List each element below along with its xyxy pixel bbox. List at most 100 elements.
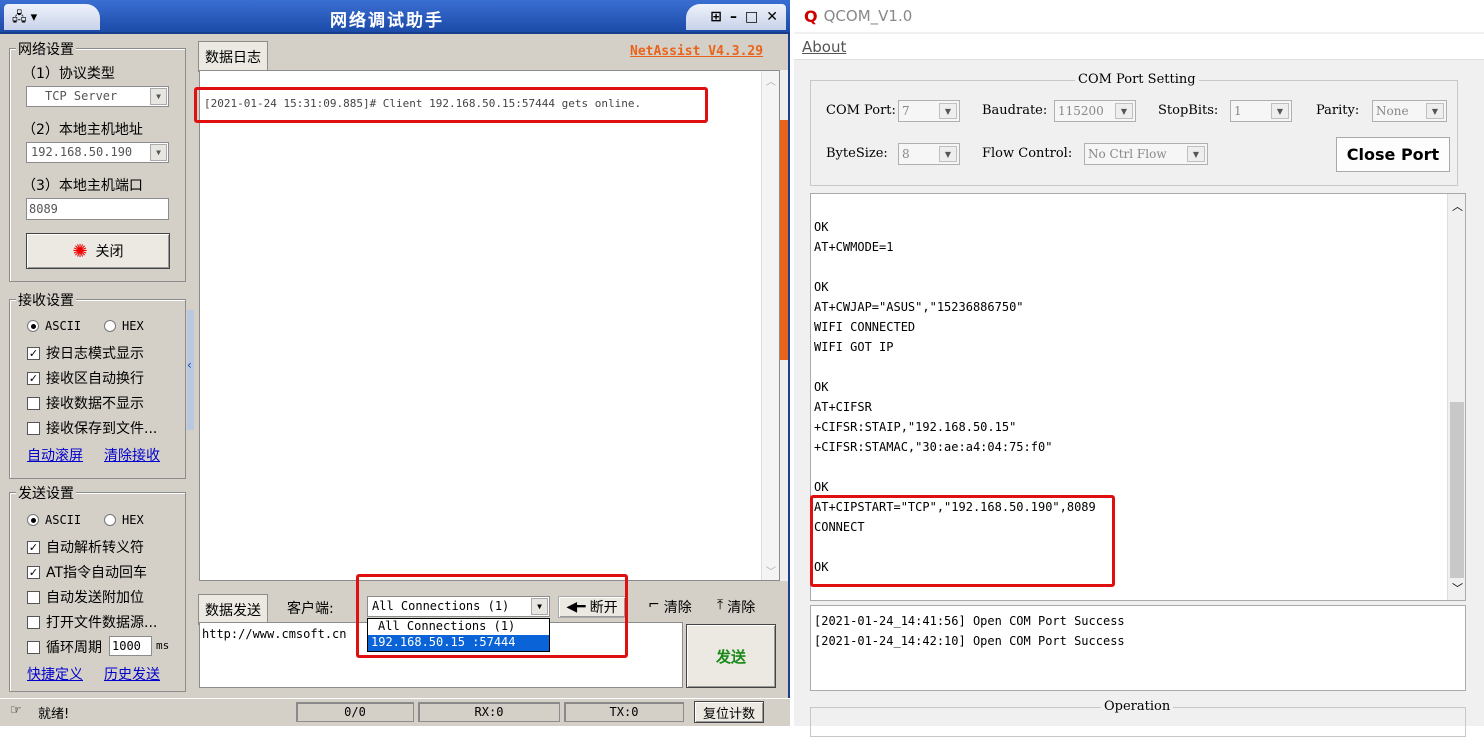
recv-hex-radio[interactable]: HEX xyxy=(104,319,144,333)
close-port-button[interactable]: Close Port xyxy=(1336,137,1450,172)
chevron-down-icon: ▼ xyxy=(531,598,548,615)
send-button[interactable]: 发送 xyxy=(686,624,776,688)
port-input[interactable]: 8089 xyxy=(26,198,169,220)
chevron-down-icon: ▼ xyxy=(939,103,957,119)
log-line: [2021-01-24_14:42:10] Open COM Port Succ… xyxy=(814,634,1125,648)
recv-log-mode-checkbox[interactable]: ✓ 按日志模式显示 xyxy=(27,343,144,363)
status-count: 0/0 xyxy=(296,702,414,722)
protocol-value: TCP Server xyxy=(45,89,118,103)
reset-count-button[interactable]: 复位计数 xyxy=(694,701,764,723)
receive-line: OK xyxy=(814,380,829,394)
clear-all-button[interactable]: ⤒ 清除 xyxy=(717,597,755,617)
receive-line: OK xyxy=(814,280,829,294)
send-at-return-checkbox[interactable]: ✓ AT指令自动回车 xyxy=(27,562,147,582)
client-select-value: All Connections (1) xyxy=(372,599,510,613)
send-ascii-radio[interactable]: ASCII xyxy=(27,513,81,527)
scrollbar-thumb[interactable] xyxy=(1450,402,1464,578)
recv-autowrap-checkbox[interactable]: ✓ 接收区自动换行 xyxy=(27,368,144,388)
com-port-select[interactable]: 7 ▼ xyxy=(898,100,960,122)
com-port-label: COM Port: xyxy=(826,103,896,118)
check-label: 循环周期 xyxy=(46,640,102,656)
title-bar: Q QCOM_V1.0 xyxy=(794,0,1484,32)
clear-send-button[interactable]: ⌐ 清除 xyxy=(648,597,692,617)
baudrate-select[interactable]: 115200 ▼ xyxy=(1054,100,1136,122)
chevron-down-icon: ▼ xyxy=(1115,103,1133,119)
red-light-icon: ✺ xyxy=(72,240,88,262)
protocol-select[interactable]: TCP Server ▼ xyxy=(26,86,169,107)
check-label: 接收保存到文件... xyxy=(46,421,158,437)
log-scrollbar[interactable]: ︿ ﹀ xyxy=(761,71,779,580)
chevron-down-icon: ﹀ xyxy=(766,567,776,578)
send-escape-checkbox[interactable]: ✓ 自动解析转义符 xyxy=(27,537,144,557)
disconnect-button[interactable]: ◀━ 断开 xyxy=(558,596,626,618)
clear-label: 清除 xyxy=(727,600,756,616)
clear-receive-link[interactable]: 清除接收 xyxy=(104,445,160,465)
window-controls: ⊞ – □ ✕ xyxy=(686,4,786,30)
maximize-button[interactable]: □ xyxy=(745,9,758,25)
flow-control-label: Flow Control: xyxy=(982,146,1073,161)
send-file-checkbox[interactable]: 打开文件数据源... xyxy=(27,612,157,632)
client-label: 客户端: xyxy=(287,601,334,617)
check-label: 打开文件数据源... xyxy=(46,615,158,631)
splitter-handle[interactable]: ‹ xyxy=(187,310,194,430)
bytesize-select[interactable]: 8 ▼ xyxy=(898,143,960,165)
recv-ascii-radio[interactable]: ASCII xyxy=(27,319,81,333)
group-title: COM Port Setting xyxy=(1075,72,1199,87)
radio-label: HEX xyxy=(122,319,144,333)
minimize-button[interactable]: – xyxy=(730,9,737,25)
flow-control-select[interactable]: No Ctrl Flow ▼ xyxy=(1084,143,1208,165)
brand-link[interactable]: NetAssist V4.3.29 xyxy=(630,44,763,59)
dropdown-option-selected[interactable]: 192.168.50.15 :57444 xyxy=(368,635,549,651)
stopbits-value: 1 xyxy=(1234,104,1242,118)
receive-scrollbar[interactable]: ︿ ﹀ xyxy=(1447,194,1465,600)
history-link[interactable]: 历史发送 xyxy=(104,664,160,684)
menu-about[interactable]: About xyxy=(802,38,846,56)
chevron-down-icon: ﹀ xyxy=(1452,582,1463,595)
chevron-down-icon: ▼ xyxy=(150,88,167,105)
check-label: 按日志模式显示 xyxy=(46,346,144,362)
pin-icon[interactable]: ⊞ xyxy=(710,9,722,25)
status-bar: ☞ 就绪! 0/0 RX:0 TX:0 复位计数 xyxy=(0,698,790,726)
send-append-checkbox[interactable]: 自动发送附加位 xyxy=(27,587,144,607)
send-cycle-checkbox[interactable]: 循环周期 xyxy=(27,637,102,657)
chevron-down-icon: ▼ xyxy=(150,144,167,161)
recv-hide-checkbox[interactable]: 接收数据不显示 xyxy=(27,393,144,413)
system-menu[interactable]: 🖧 ▾ xyxy=(4,4,100,30)
clear-label: 清除 xyxy=(663,600,692,616)
receive-textarea[interactable]: OK AT+CWMODE=1 OK AT+CWJAP="ASUS","15236886… xyxy=(810,193,1466,601)
status-rx: RX:0 xyxy=(418,702,560,722)
tab-data-send[interactable]: 数据发送 xyxy=(198,594,268,625)
close-connection-button[interactable]: ✺ 关闭 xyxy=(26,233,170,269)
close-button[interactable]: ✕ xyxy=(766,9,778,25)
cycle-input[interactable]: 1000 xyxy=(109,636,152,656)
chevron-down-icon: ▼ xyxy=(939,146,957,162)
check-label: AT指令自动回车 xyxy=(46,565,148,581)
shortcut-link[interactable]: 快捷定义 xyxy=(27,664,83,684)
receive-line: AT+CWMODE=1 xyxy=(814,240,894,254)
receive-line: AT+CWJAP="ASUS","15236886750" xyxy=(814,300,1024,314)
log-line: [2021-01-24_14:41:56] Open COM Port Succ… xyxy=(814,614,1125,628)
scrollbar-thumb[interactable] xyxy=(780,120,788,360)
parity-select[interactable]: None ▼ xyxy=(1372,100,1447,122)
menu-bar: About xyxy=(794,34,1484,60)
title-bar: 🖧 ▾ 网络调试助手 ⊞ – □ ✕ xyxy=(0,0,790,34)
network-icon: 🖧 ▾ xyxy=(12,10,38,25)
receive-line: AT+CIPSTART="TCP","192.168.50.190",8089 xyxy=(814,500,1096,514)
log-textarea: [2021-01-24_14:41:56] Open COM Port Succ… xyxy=(810,605,1466,691)
autoscroll-link[interactable]: 自动滚屏 xyxy=(27,445,83,465)
chevron-down-icon: ▼ xyxy=(1426,103,1444,119)
broom-icon: ⌐ xyxy=(648,597,660,613)
window-title: QCOM_V1.0 xyxy=(823,7,913,25)
tab-data-log[interactable]: 数据日志 xyxy=(198,41,268,72)
client-select[interactable]: All Connections (1) ▼ xyxy=(367,596,550,617)
parity-value: None xyxy=(1376,104,1409,118)
recv-save-checkbox[interactable]: 接收保存到文件... xyxy=(27,418,157,438)
group-title: 接收设置 xyxy=(16,290,76,310)
host-select[interactable]: 192.168.50.190 ▼ xyxy=(26,142,169,163)
dropdown-option[interactable]: All Connections (1) xyxy=(368,619,549,635)
chevron-up-icon: ︿ xyxy=(766,77,776,88)
outer-scrollbar[interactable] xyxy=(780,70,788,581)
send-hex-radio[interactable]: HEX xyxy=(104,513,144,527)
window-title: 网络调试助手 xyxy=(330,11,444,31)
stopbits-select[interactable]: 1 ▼ xyxy=(1230,100,1292,122)
